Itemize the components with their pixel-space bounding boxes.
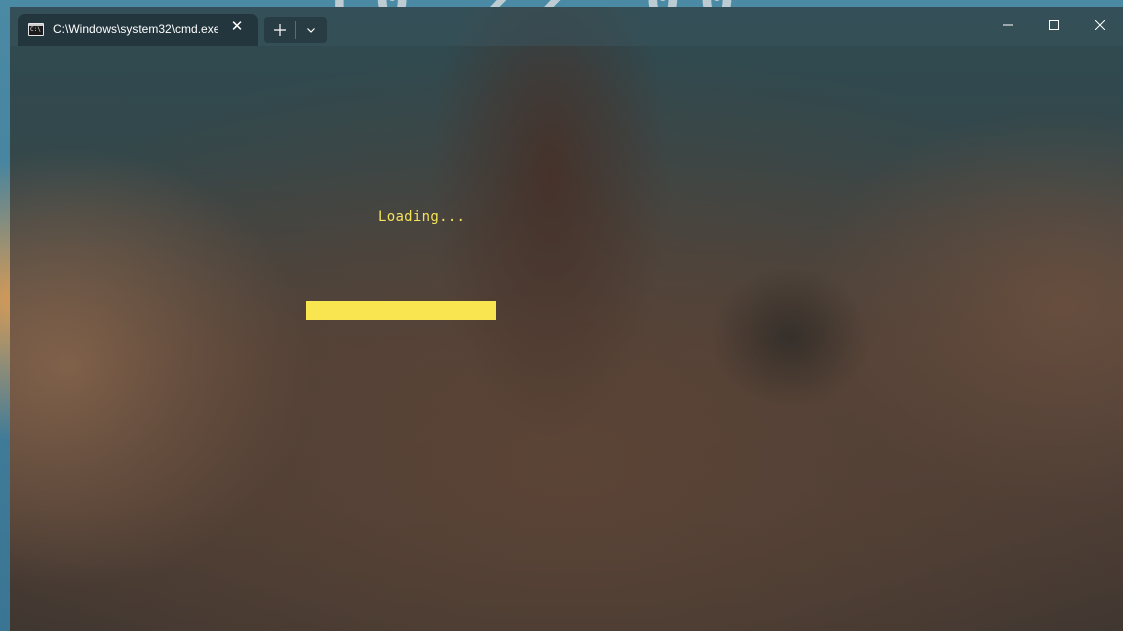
terminal-window: C:\ C:\Windows\system32\cmd.exe ✕ Loadin… xyxy=(10,7,1123,631)
plus-icon xyxy=(274,24,286,36)
loading-progress-bar xyxy=(306,301,496,320)
cmd-terminal-icon: C:\ xyxy=(28,23,44,36)
maximize-icon xyxy=(1049,20,1059,30)
minimize-button[interactable] xyxy=(985,7,1031,45)
close-icon xyxy=(1095,20,1105,30)
minimize-icon xyxy=(1003,24,1013,26)
maximize-button[interactable] xyxy=(1031,7,1077,45)
close-icon[interactable]: ✕ xyxy=(229,18,245,34)
progress-fill xyxy=(306,301,496,320)
tab-dropdown-button[interactable] xyxy=(296,17,327,43)
new-tab-group xyxy=(264,17,327,43)
chevron-down-icon xyxy=(307,28,315,33)
tab-title: C:\Windows\system32\cmd.exe xyxy=(53,22,218,36)
tab-cmd[interactable]: C:\ C:\Windows\system32\cmd.exe ✕ xyxy=(18,14,258,46)
new-tab-button[interactable] xyxy=(264,17,295,43)
terminal-output[interactable]: Loading... xyxy=(10,46,1123,631)
loading-text: Loading... xyxy=(378,209,466,225)
window-close-button[interactable] xyxy=(1077,7,1123,45)
title-bar[interactable]: C:\ C:\Windows\system32\cmd.exe ✕ xyxy=(10,7,1123,46)
